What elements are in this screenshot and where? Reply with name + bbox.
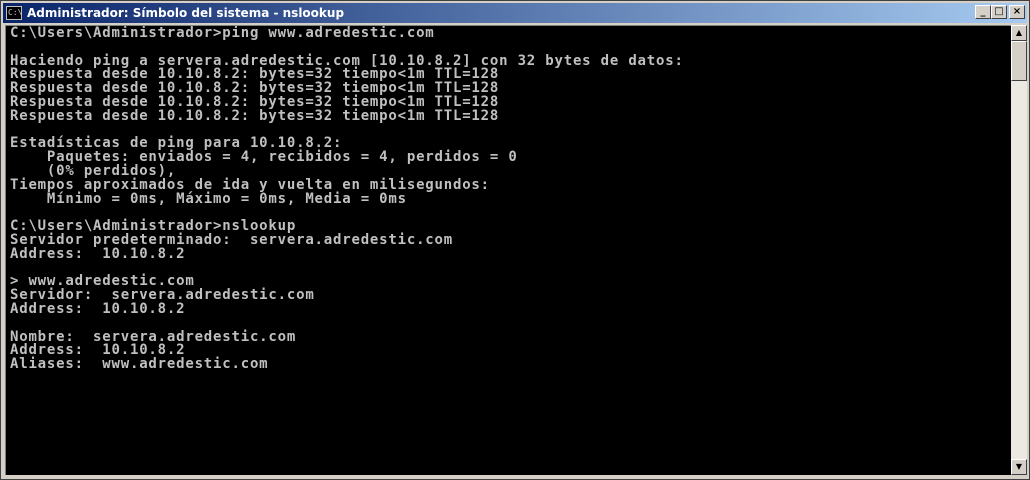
window-title: Administrador: Símbolo del sistema - nsl… [27,6,345,20]
up-arrow-icon: ▲ [1015,28,1023,37]
console-line: Aliases: www.adredestic.com [10,356,269,373]
console-icon[interactable]: C:\ [6,6,22,20]
console-line: C:\Users\Administrador>ping www.adredest… [10,25,435,41]
scroll-down-button[interactable]: ▼ [1011,459,1027,475]
window-controls: _ □ × [975,5,1025,19]
console-output[interactable]: C:\Users\Administrador>ping www.adredest… [5,25,1011,475]
minimize-button[interactable]: _ [975,5,991,19]
console-icon-text: C:\ [8,8,22,17]
command-prompt-window: C:\ Administrador: Símbolo del sistema -… [0,0,1030,480]
console-line: Address: 10.10.8.2 [10,245,186,262]
console-line: Address: 10.10.8.2 [10,300,186,317]
scroll-thumb[interactable] [1011,41,1027,81]
close-button[interactable]: × [1009,5,1025,19]
console-line: Respuesta desde 10.10.8.2: bytes=32 tiem… [10,107,500,124]
console-lines: C:\Users\Administrador>ping www.adredest… [6,26,1011,372]
vertical-scrollbar[interactable]: ▲ ▼ [1011,25,1027,475]
scroll-up-button[interactable]: ▲ [1011,25,1027,41]
maximize-button[interactable]: □ [991,5,1007,19]
console-line: Mínimo = 0ms, Máximo = 0ms, Media = 0ms [10,190,407,207]
down-arrow-icon: ▼ [1015,462,1023,471]
title-bar[interactable]: C:\ Administrador: Símbolo del sistema -… [3,3,1027,23]
